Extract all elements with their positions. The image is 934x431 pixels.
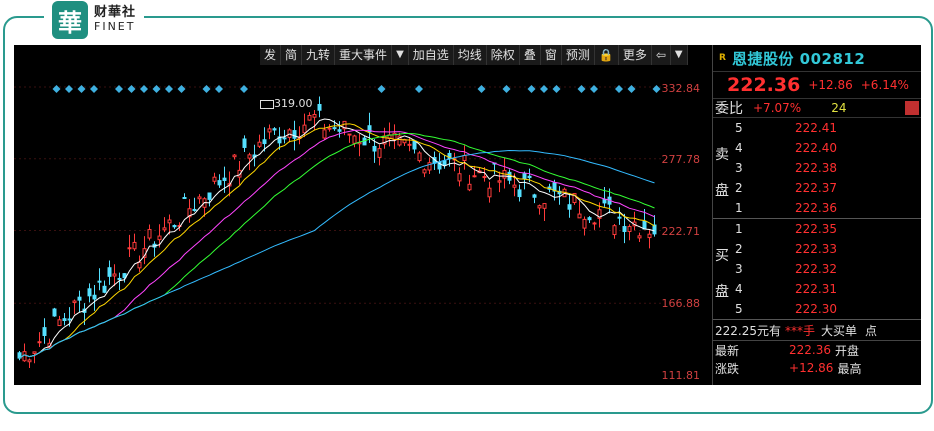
sell-row-1: 1 222.36	[735, 201, 837, 215]
wb-value: +7.07%	[753, 101, 802, 115]
price-change-pct: +6.14%	[860, 78, 909, 92]
big-order-tail: 点	[865, 323, 878, 338]
wb-label: 委比	[715, 101, 743, 117]
latest-row: 最新 222.36 开盘	[715, 343, 860, 358]
axis-label-2: 277.78	[661, 153, 701, 166]
sell-book: 卖盘 5 222.41 4 222.40 3 222.38 2 222.37 1 222.…	[713, 118, 921, 219]
sell-row-4: 4 222.40	[735, 141, 837, 155]
stock-terminal-screen: 发简九转 重大事件 ▼ 加自选 均线 除权叠窗预测 🔒 更多 ⇦ ▼ 332.84 277.78 …	[14, 45, 921, 385]
toolbar-item-6[interactable]: 均线	[454, 45, 487, 65]
toolbar-item-2[interactable]: 九转	[302, 45, 336, 65]
kline-chart[interactable]: 332.84 277.78 222.71 166.88 111.81 319.0…	[14, 65, 710, 385]
logo-mark: 華	[52, 1, 88, 39]
toolbar-item-8[interactable]: 叠	[520, 45, 541, 65]
toolbar-item-9[interactable]: 窗	[541, 45, 562, 65]
toolbar-item-0[interactable]: 发	[260, 45, 282, 65]
price-change: +12.86	[808, 78, 853, 92]
sell-row-3: 3 222.38	[735, 161, 837, 175]
finet-logo: 華 财華社 FINET	[44, 0, 145, 40]
toolbar-item-12[interactable]: 更多	[619, 45, 652, 65]
logo-cn: 财華社	[94, 5, 137, 20]
sell-row-5: 5 222.41	[735, 121, 837, 135]
peak-value: 319.00	[274, 97, 313, 110]
toolbar-item-4[interactable]: ▼	[392, 45, 409, 65]
toolbar-item-7[interactable]: 除权	[487, 45, 520, 65]
axis-label-1: 332.84	[661, 82, 701, 95]
change-row: 涨跌 +12.86 最高	[715, 361, 862, 376]
buy-row-4: 4 222.31	[735, 282, 837, 296]
peak-annotation: 319.00	[260, 97, 313, 110]
buy-row-3: 3 222.32	[735, 262, 837, 276]
buy-book: 买盘 1 222.35 2 222.33 3 222.32 4 222.31 5 222.…	[713, 219, 921, 320]
buy-row-5: 5 222.30	[735, 302, 837, 316]
toolbar-item-13[interactable]: ⇦	[652, 45, 671, 65]
toolbar-item-14[interactable]: ▼	[671, 45, 688, 65]
big-order-label: 大买单	[821, 323, 858, 338]
toolbar-item-3[interactable]: 重大事件	[335, 45, 393, 65]
current-price: 222.36	[727, 74, 801, 96]
wb-count: 24	[831, 101, 847, 115]
buy-row-1: 1 222.35	[735, 222, 837, 236]
order-ratio-row: 委比 +7.07% 24	[713, 99, 921, 118]
quote-panel: R 恩捷股份 002812 222.36 +12.86 +6.14% 委比 +7…	[712, 45, 921, 385]
axis-label-4: 166.88	[661, 297, 701, 310]
toolbar-item-10[interactable]: 预测	[562, 45, 595, 65]
stock-name[interactable]: 恩捷股份 002812	[732, 48, 865, 69]
chart-toolbar: 发简九转 重大事件 ▼ 加自选 均线 除权叠窗预测 🔒 更多 ⇦ ▼	[260, 45, 688, 65]
kline-svg	[14, 85, 664, 368]
toolbar-item-5[interactable]: 加自选	[409, 45, 454, 65]
sell-badge	[905, 101, 919, 115]
big-order-qty: ***手	[785, 323, 816, 338]
axis-label-3: 222.71	[661, 225, 701, 238]
big-order-row: 222.25元有 ***手 大买单 点	[713, 320, 921, 341]
sell-row-2: 2 222.37	[735, 181, 837, 195]
buy-row-2: 2 222.33	[735, 242, 837, 256]
r-tag: R	[719, 53, 726, 63]
toolbar-item-1[interactable]: 简	[281, 45, 303, 65]
big-order-price: 222.25元有	[715, 323, 781, 338]
axis-label-5: 111.81	[661, 369, 701, 382]
logo-en: FINET	[94, 20, 136, 33]
toolbar-item-11[interactable]: 🔒	[595, 45, 619, 65]
